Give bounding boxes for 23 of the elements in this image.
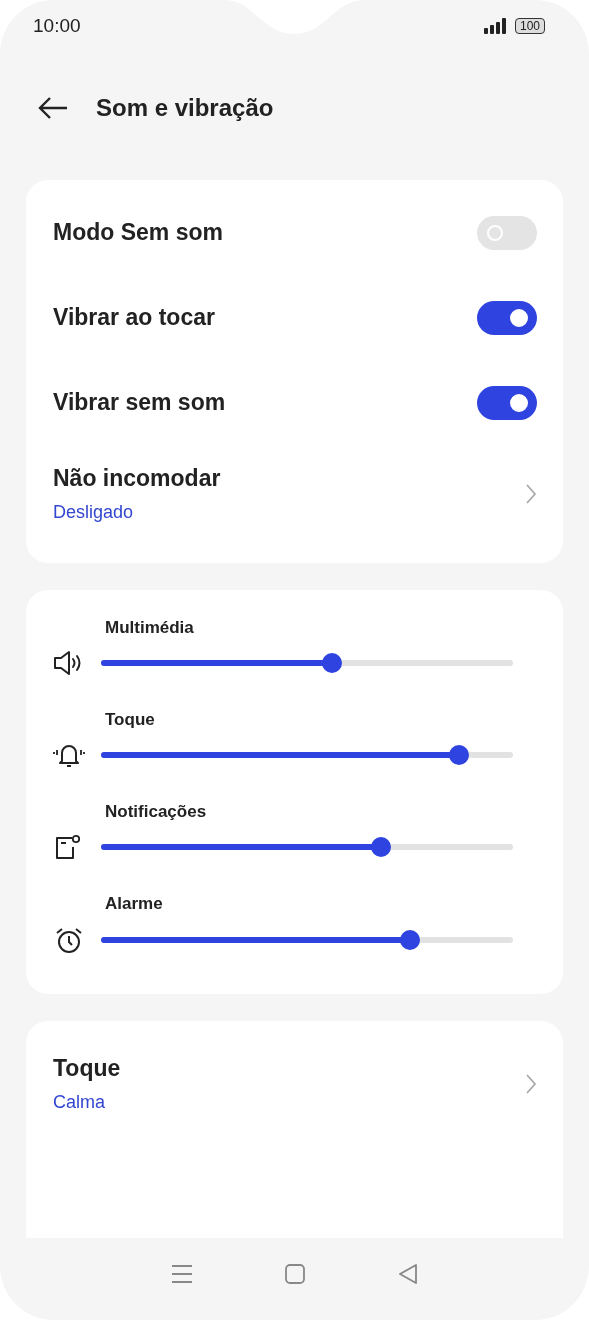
setting-label: Modo Sem som — [53, 219, 223, 246]
back-icon[interactable] — [396, 1263, 419, 1285]
menu-icon[interactable] — [170, 1264, 193, 1284]
toggle-switch[interactable] — [477, 385, 537, 420]
setting-label: Vibrar sem som — [53, 389, 226, 416]
page-title: Som e vibração — [96, 94, 274, 122]
signal-icon — [482, 18, 507, 34]
battery-indicator: 100 — [514, 18, 545, 34]
volume-label: Alarme — [105, 894, 164, 914]
volume-label: Toque — [105, 710, 156, 730]
volume-label: Notificações — [105, 802, 208, 822]
toggle-switch[interactable] — [477, 215, 537, 250]
setting-label: Não incomodar — [53, 465, 221, 492]
home-icon[interactable] — [283, 1263, 306, 1285]
setting-value: Desligado — [53, 502, 135, 523]
back-arrow-icon[interactable] — [37, 96, 69, 120]
status-time: 10:00 — [33, 15, 81, 37]
setting-label: Vibrar ao tocar — [53, 304, 215, 331]
bell-icon — [52, 742, 86, 768]
toggle-switch[interactable] — [477, 300, 537, 335]
setting-label: Toque — [53, 1055, 121, 1082]
volume-label: Multimédia — [105, 618, 195, 638]
setting-value: Calma — [53, 1092, 106, 1113]
